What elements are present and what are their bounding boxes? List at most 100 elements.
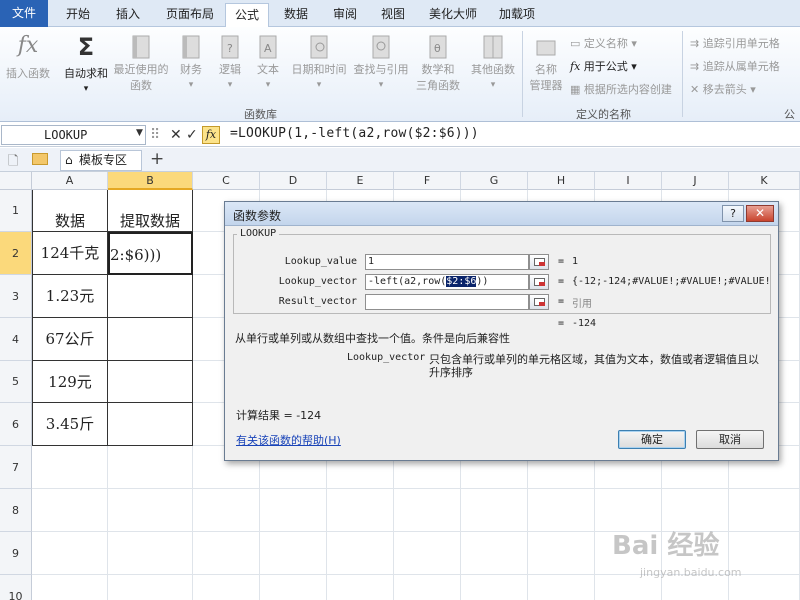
- cell-A2[interactable]: 124千克: [32, 232, 108, 275]
- cell-C9[interactable]: [193, 532, 260, 575]
- cell-B1[interactable]: 提取数据: [108, 190, 193, 232]
- trace-dependents-button[interactable]: ⇉ 追踪从属单元格: [690, 58, 780, 74]
- cell-A10[interactable]: [32, 575, 108, 600]
- logic-button[interactable]: ? 逻辑 ▾: [214, 33, 246, 90]
- column-header-J[interactable]: J: [662, 172, 729, 190]
- insert-function-icon[interactable]: fx: [202, 126, 220, 144]
- cell-E9[interactable]: [327, 532, 394, 575]
- add-tab-icon[interactable]: +: [150, 149, 164, 169]
- enter-icon[interactable]: ✓: [186, 126, 198, 144]
- cell-B6[interactable]: [108, 403, 193, 446]
- insert-function-button[interactable]: fx 插入函数: [2, 33, 54, 81]
- ok-button[interactable]: 确定: [618, 430, 686, 449]
- cell-A5[interactable]: 129元: [32, 361, 108, 403]
- autosum-button[interactable]: Σ 自动求和 ▾: [60, 33, 112, 94]
- collapse-dialog-button[interactable]: [529, 254, 549, 270]
- tab-insert[interactable]: 插入: [104, 3, 152, 27]
- cell-A9[interactable]: [32, 532, 108, 575]
- text-functions-button[interactable]: A 文本 ▾: [252, 33, 284, 90]
- row-header-9[interactable]: 9: [0, 532, 32, 575]
- datetime-button[interactable]: 日期和时间 ▾: [288, 33, 350, 90]
- cell-E10[interactable]: [327, 575, 394, 600]
- column-header-K[interactable]: K: [729, 172, 800, 190]
- name-box[interactable]: LOOKUP: [1, 125, 146, 145]
- tab-home[interactable]: 开始: [56, 3, 100, 27]
- select-all-corner[interactable]: [0, 172, 32, 190]
- column-header-I[interactable]: I: [595, 172, 662, 190]
- row-header-4[interactable]: 4: [0, 318, 32, 361]
- folder-icon[interactable]: [32, 153, 48, 165]
- create-from-selection-button[interactable]: ▦ 根据所选内容创建: [570, 81, 672, 97]
- cell-C10[interactable]: [193, 575, 260, 600]
- trace-precedents-button[interactable]: ⇉ 追踪引用单元格: [690, 35, 780, 51]
- column-header-C[interactable]: C: [193, 172, 260, 190]
- collapse-dialog-button[interactable]: [529, 294, 549, 310]
- cell-B4[interactable]: [108, 318, 193, 361]
- remove-arrows-button[interactable]: ✕ 移去箭头 ▾: [690, 81, 756, 97]
- column-header-E[interactable]: E: [327, 172, 394, 190]
- cell-A6[interactable]: 3.45斤: [32, 403, 108, 446]
- row-header-10[interactable]: 10: [0, 575, 32, 600]
- tab-data[interactable]: 数据: [276, 3, 316, 27]
- column-header-B[interactable]: B: [108, 172, 193, 190]
- tab-beautify-master[interactable]: 美化大师: [421, 3, 485, 27]
- tab-view[interactable]: 视图: [373, 3, 413, 27]
- lookup-value-input[interactable]: 1: [365, 254, 529, 270]
- cell-D10[interactable]: [260, 575, 327, 600]
- name-manager-button[interactable]: 名称 管理器: [526, 33, 566, 93]
- cell-K8[interactable]: [729, 489, 800, 532]
- column-header-F[interactable]: F: [394, 172, 461, 190]
- row-header-6[interactable]: 6: [0, 403, 32, 446]
- row-header-7[interactable]: 7: [0, 446, 32, 489]
- cell-E8[interactable]: [327, 489, 394, 532]
- cell-B3[interactable]: [108, 275, 193, 318]
- cell-B8[interactable]: [108, 489, 193, 532]
- dialog-title-bar[interactable]: 函数参数 ? ✕: [225, 202, 778, 226]
- cell-A8[interactable]: [32, 489, 108, 532]
- cell-B2[interactable]: 2:$6))): [108, 232, 193, 275]
- finance-button[interactable]: 财务 ▾: [174, 33, 208, 90]
- cancel-icon[interactable]: ✕: [170, 126, 182, 144]
- result-vector-input[interactable]: [365, 294, 529, 310]
- cell-F10[interactable]: [394, 575, 461, 600]
- cell-D9[interactable]: [260, 532, 327, 575]
- cell-H10[interactable]: [528, 575, 595, 600]
- function-help-link[interactable]: 有关该函数的帮助(H): [236, 432, 341, 448]
- collapse-dialog-button[interactable]: [529, 274, 549, 290]
- lookup-reference-button[interactable]: 查找与引用 ▾: [350, 33, 412, 90]
- cell-A4[interactable]: 67公斤: [32, 318, 108, 361]
- math-trig-button[interactable]: θ 数学和 三角函数: [410, 33, 466, 93]
- use-in-formula-button[interactable]: fx 用于公式 ▾: [570, 58, 637, 74]
- tab-review[interactable]: 审阅: [323, 3, 367, 27]
- row-header-8[interactable]: 8: [0, 489, 32, 532]
- define-name-button[interactable]: ▭ 定义名称 ▾: [570, 35, 637, 51]
- column-header-G[interactable]: G: [461, 172, 528, 190]
- tab-formulas[interactable]: 公式: [225, 3, 269, 28]
- cell-A3[interactable]: 1.23元: [32, 275, 108, 318]
- cell-F8[interactable]: [394, 489, 461, 532]
- cell-D8[interactable]: [260, 489, 327, 532]
- cell-B9[interactable]: [108, 532, 193, 575]
- column-header-D[interactable]: D: [260, 172, 327, 190]
- cell-G9[interactable]: [461, 532, 528, 575]
- cell-A1[interactable]: 数据: [32, 190, 108, 232]
- row-header-5[interactable]: 5: [0, 361, 32, 403]
- tab-addins[interactable]: 加载项: [491, 3, 543, 27]
- cell-C8[interactable]: [193, 489, 260, 532]
- cell-B5[interactable]: [108, 361, 193, 403]
- tab-page-layout[interactable]: 页面布局: [158, 3, 222, 27]
- tab-template-zone[interactable]: ⌂ 模板专区: [60, 150, 142, 171]
- cell-B10[interactable]: [108, 575, 193, 600]
- cell-B7[interactable]: [108, 446, 193, 489]
- row-header-2[interactable]: 2: [0, 232, 32, 275]
- cell-H9[interactable]: [528, 532, 595, 575]
- column-header-A[interactable]: A: [32, 172, 108, 190]
- row-header-3[interactable]: 3: [0, 275, 32, 318]
- chevron-down-icon[interactable]: ▼: [136, 128, 143, 138]
- close-button[interactable]: ✕: [746, 205, 774, 222]
- formula-input[interactable]: =LOOKUP(1,-left(a2,row($2:$6))): [230, 126, 479, 141]
- cancel-button[interactable]: 取消: [696, 430, 764, 449]
- cell-G10[interactable]: [461, 575, 528, 600]
- lookup-vector-input[interactable]: -left(a2,row($2:$6)): [365, 274, 529, 290]
- cell-G8[interactable]: [461, 489, 528, 532]
